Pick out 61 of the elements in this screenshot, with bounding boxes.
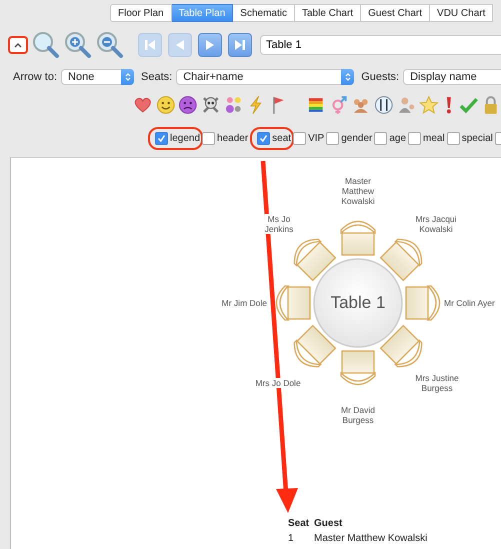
checkbox-label[interactable]: legend — [170, 132, 200, 144]
table-label: Table 1 — [330, 293, 386, 313]
heart-icon[interactable] — [133, 95, 153, 115]
checkbox[interactable] — [293, 132, 306, 144]
check-icon[interactable] — [458, 95, 478, 115]
stepper-icon — [341, 69, 354, 85]
smiley-icon[interactable] — [156, 95, 176, 115]
checkbox-label[interactable]: special — [462, 132, 493, 144]
tab[interactable]: Guest Chart — [361, 4, 430, 22]
chair — [340, 220, 376, 256]
skip-start-icon — [143, 38, 157, 52]
skull-icon[interactable] — [200, 95, 220, 115]
chair — [276, 285, 311, 321]
checkbox-label[interactable]: seat — [272, 132, 292, 144]
option-label: Seats: — [141, 71, 172, 83]
next-button[interactable] — [198, 33, 222, 57]
zoom-out-icon[interactable] — [96, 31, 124, 59]
checkbox[interactable] — [257, 132, 270, 144]
legend-cell: Master Matthew Kowalski — [314, 533, 428, 544]
guest-name: Mr Jim Dole — [222, 298, 267, 308]
tab[interactable]: Schematic — [233, 4, 295, 22]
legend-cell-text: 1 — [288, 533, 295, 544]
checkbox[interactable] — [446, 132, 460, 144]
option-select[interactable]: Chair+name — [176, 69, 354, 85]
option-label: Guests: — [361, 71, 400, 83]
checkbox[interactable] — [408, 132, 422, 144]
option-select[interactable]: None — [61, 69, 134, 85]
checkbox-label[interactable]: gender — [341, 132, 372, 144]
checkbox-label[interactable]: meal — [423, 132, 445, 144]
checkbox[interactable] — [326, 132, 340, 144]
tab[interactable]: VDU Chart — [430, 4, 494, 22]
option-label: Arrow to: — [13, 71, 58, 83]
collapse-button[interactable] — [8, 36, 28, 54]
guest-name: Master Matthew Kowalski — [341, 176, 375, 206]
checkbox-label[interactable]: header — [217, 132, 248, 144]
zoom-in-icon[interactable] — [64, 31, 92, 59]
legend-header: Seat — [288, 518, 310, 529]
checkbox-label[interactable]: age — [389, 132, 406, 144]
checkbox[interactable] — [374, 132, 388, 144]
checkbox-label[interactable]: VIP — [308, 132, 324, 144]
checkbox[interactable] — [155, 132, 168, 144]
star-icon[interactable] — [419, 95, 439, 115]
guest-name: Mr David Burgess — [341, 405, 375, 425]
guest-name: Mr Colin Ayer — [444, 298, 495, 308]
guest-name: Mrs Jacqui Kowalski — [415, 214, 457, 234]
guest-name: Mrs Justine Burgess — [415, 373, 459, 393]
legend-header: Guest — [314, 518, 342, 529]
chair — [405, 285, 440, 321]
checkbox[interactable] — [202, 132, 216, 144]
sad-face-icon[interactable] — [178, 95, 198, 115]
skip-end-icon — [233, 38, 247, 52]
option-select[interactable]: Display name — [403, 69, 501, 85]
chevron-up-icon — [14, 42, 22, 48]
last-button[interactable] — [228, 33, 252, 57]
chair — [340, 350, 376, 386]
stepper-icon — [121, 69, 134, 85]
table-name-field[interactable]: Table 1 — [260, 35, 501, 55]
tab[interactable]: Floor Plan — [110, 4, 172, 22]
guest-name: Ms Jo Jenkins — [264, 214, 294, 234]
guest-name: Mrs Jo Dole — [255, 378, 301, 388]
tab[interactable]: Table Chart — [294, 4, 362, 22]
